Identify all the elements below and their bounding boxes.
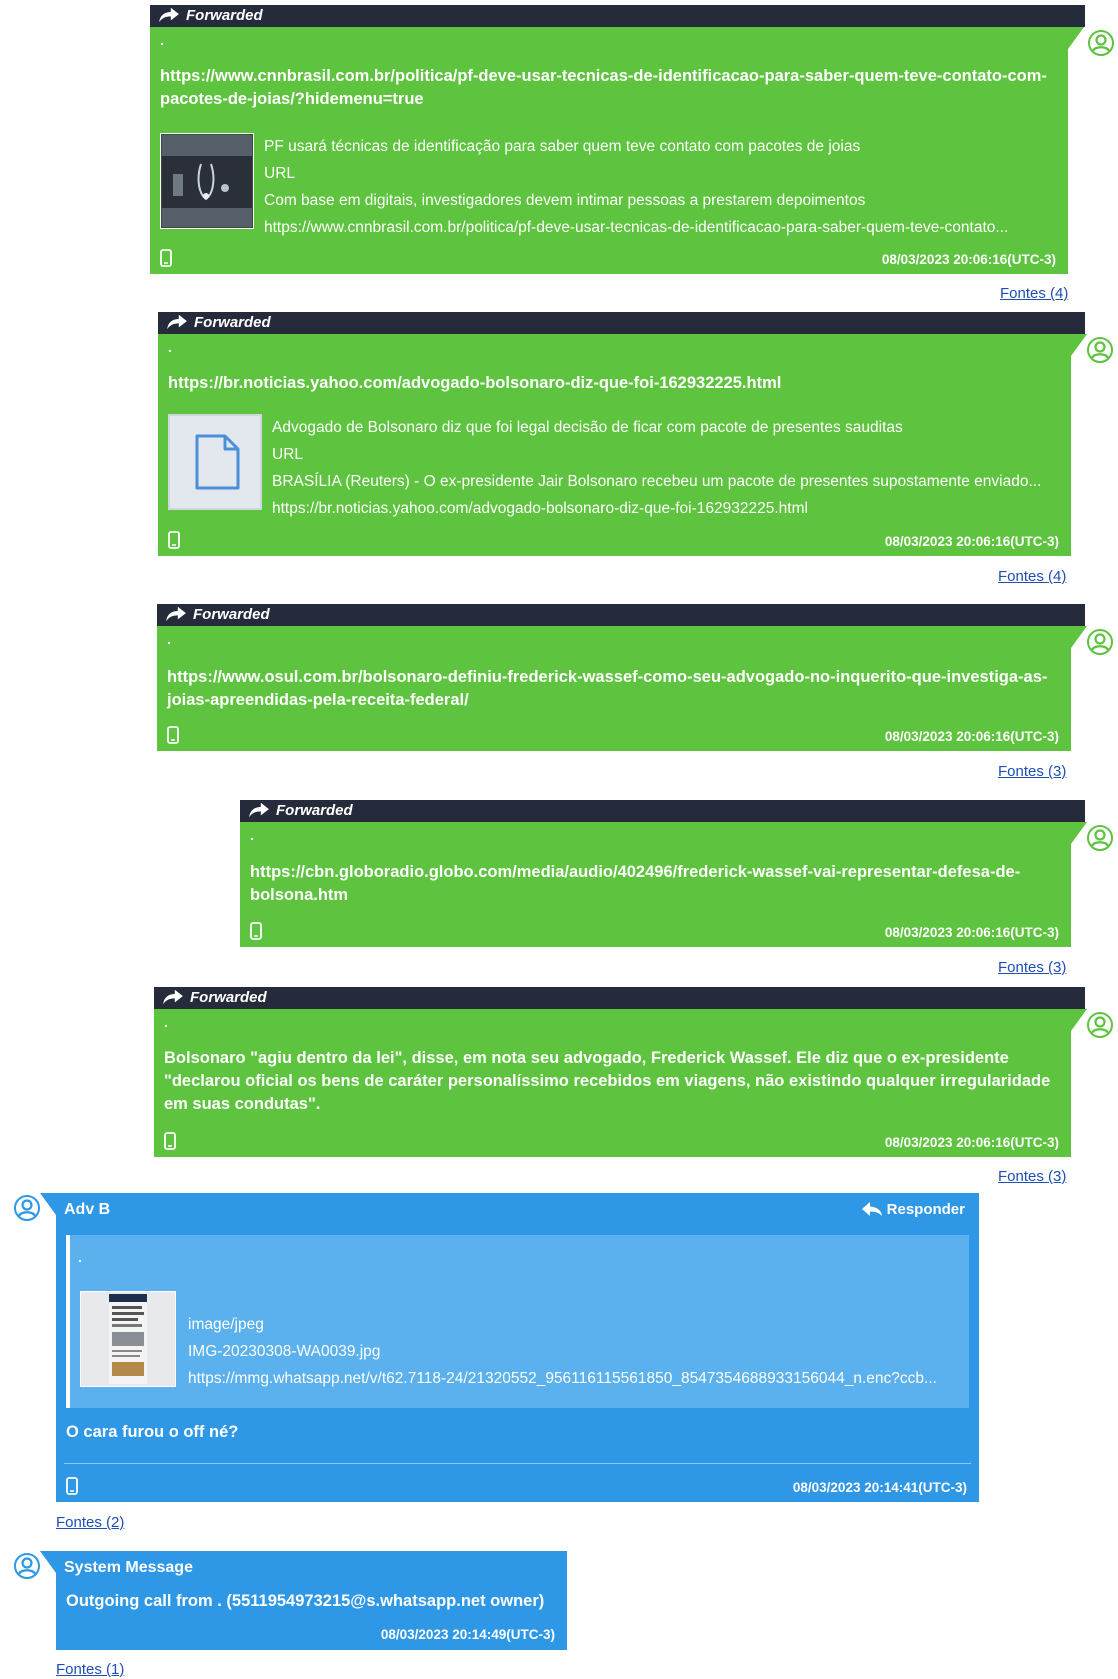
link-title: Advogado de Bolsonaro diz que foi legal …	[272, 419, 903, 436]
sources-link[interactable]: Fontes (3)	[998, 763, 1066, 780]
dot-text: .	[160, 32, 164, 48]
timestamp: 08/03/2023 20:06:16(UTC-3)	[884, 534, 1059, 549]
forward-arrow-icon	[166, 313, 188, 331]
sources-link[interactable]: Fontes (4)	[1000, 285, 1068, 302]
system-avatar-icon	[14, 1553, 40, 1579]
link-description: BRASÍLIA (Reuters) - O ex-presidente Jai…	[272, 473, 1042, 490]
sources-link[interactable]: Fontes (3)	[998, 1168, 1066, 1185]
dot-text: .	[167, 631, 171, 647]
reply-button[interactable]: Responder	[861, 1193, 965, 1227]
phone-icon	[250, 922, 262, 940]
forwarded-header: Forwarded	[154, 987, 1085, 1009]
forwarded-label: Forwarded	[194, 314, 271, 331]
quoted-message[interactable]: . image/jpeg IMG-20230308-WA0039.jpg htt…	[66, 1235, 969, 1408]
link-preview-text: PF usará técnicas de identificação para …	[264, 133, 1056, 241]
timestamp: 08/03/2023 20:14:41(UTC-3)	[792, 1480, 967, 1495]
outgoing-bubble: . Bolsonaro "agiu dentro da lei", disse,…	[154, 1009, 1087, 1157]
user-avatar-icon	[1087, 1012, 1113, 1038]
outgoing-bubble: . https://www.cnnbrasil.com.br/politica/…	[150, 27, 1084, 274]
forward-arrow-icon	[248, 801, 270, 819]
forward-arrow-icon	[165, 605, 187, 623]
phone-icon	[167, 726, 179, 744]
attachment-filename: IMG-20230308-WA0039.jpg	[188, 1343, 381, 1360]
outgoing-bubble: . https://cbn.globoradio.globo.com/media…	[240, 822, 1087, 947]
forwarded-label: Forwarded	[276, 802, 353, 819]
screenshot-image-icon	[109, 1294, 147, 1384]
quoted-dot: .	[78, 1249, 82, 1265]
attachment-mime: image/jpeg	[188, 1316, 264, 1333]
system-body: Outgoing call from . (5511954973215@s.wh…	[56, 1585, 567, 1650]
attachment-info: image/jpeg IMG-20230308-WA0039.jpg https…	[188, 1311, 961, 1392]
sources-link[interactable]: Fontes (4)	[998, 568, 1066, 585]
link-preview-text: Advogado de Bolsonaro diz que foi legal …	[272, 414, 1059, 522]
message-url[interactable]: https://cbn.globoradio.globo.com/media/a…	[250, 861, 1057, 907]
link-thumbnail	[168, 414, 262, 510]
system-title: System Message	[64, 1559, 193, 1576]
message-url[interactable]: https://www.osul.com.br/bolsonaro-defini…	[167, 666, 1057, 712]
link-preview[interactable]: Advogado de Bolsonaro diz que foi legal …	[168, 414, 1059, 517]
sources-link[interactable]: Fontes (3)	[998, 959, 1066, 976]
link-url[interactable]: https://br.noticias.yahoo.com/advogado-b…	[272, 495, 1059, 522]
link-type: URL	[272, 446, 304, 463]
divider	[64, 1463, 971, 1464]
user-avatar-icon	[1087, 337, 1113, 363]
system-header: System Message	[56, 1551, 567, 1585]
link-description: Com base em digitais, investigadores dev…	[264, 192, 866, 209]
forward-arrow-icon	[158, 6, 180, 24]
message-text: Bolsonaro "agiu dentro da lei", disse, e…	[164, 1049, 1051, 1113]
user-avatar-icon	[1087, 825, 1113, 851]
phone-icon	[66, 1477, 78, 1495]
timestamp: 08/03/2023 20:06:16(UTC-3)	[884, 925, 1059, 940]
forwarded-label: Forwarded	[190, 989, 267, 1006]
image-thumbnail[interactable]	[80, 1291, 176, 1387]
forwarded-label: Forwarded	[186, 7, 263, 24]
dot-text: .	[164, 1014, 168, 1030]
jewelry-image-icon	[162, 135, 252, 227]
phone-icon	[164, 1132, 176, 1150]
timestamp: 08/03/2023 20:06:16(UTC-3)	[884, 729, 1059, 744]
timestamp: 08/03/2023 20:14:49(UTC-3)	[380, 1627, 555, 1642]
dot-text: .	[168, 339, 172, 355]
user-avatar-icon	[1088, 30, 1114, 56]
timestamp: 08/03/2023 20:06:16(UTC-3)	[884, 1135, 1059, 1150]
link-thumbnail	[160, 133, 254, 229]
sender-name: Adv B	[64, 1201, 111, 1218]
reply-arrow-icon	[861, 1201, 882, 1216]
bubble-tail	[40, 1193, 56, 1215]
message-text: O cara furou o off né?	[66, 1423, 239, 1441]
link-type: URL	[264, 165, 296, 182]
message-body: . image/jpeg IMG-20230308-WA0039.jpg htt…	[56, 1227, 979, 1502]
dot-text: .	[250, 827, 254, 843]
link-preview[interactable]: PF usará técnicas de identificação para …	[160, 133, 1056, 236]
sources-link[interactable]: Fontes (1)	[56, 1661, 124, 1678]
attachment-url[interactable]: https://mmg.whatsapp.net/v/t62.7118-24/2…	[188, 1365, 961, 1392]
link-title: PF usará técnicas de identificação para …	[264, 138, 861, 155]
bubble-tail	[40, 1551, 56, 1573]
message-url[interactable]: https://www.cnnbrasil.com.br/politica/pf…	[160, 65, 1054, 111]
forward-arrow-icon	[162, 988, 184, 1006]
forwarded-header: Forwarded	[150, 5, 1085, 27]
forwarded-header: Forwarded	[240, 800, 1085, 822]
document-icon	[195, 434, 240, 490]
sources-link[interactable]: Fontes (2)	[56, 1514, 124, 1531]
phone-icon	[168, 531, 180, 549]
forwarded-label: Forwarded	[193, 606, 270, 623]
outgoing-bubble: . https://br.noticias.yahoo.com/advogado…	[158, 334, 1087, 556]
link-url[interactable]: https://www.cnnbrasil.com.br/politica/pf…	[264, 214, 1056, 241]
user-avatar-icon	[1087, 629, 1113, 655]
sender-avatar-icon	[14, 1195, 40, 1221]
timestamp: 08/03/2023 20:06:16(UTC-3)	[881, 252, 1056, 267]
system-text: Outgoing call from . (5511954973215@s.wh…	[66, 1592, 545, 1610]
outgoing-bubble: . https://www.osul.com.br/bolsonaro-defi…	[157, 626, 1087, 751]
forwarded-header: Forwarded	[158, 312, 1085, 334]
message-url[interactable]: https://br.noticias.yahoo.com/advogado-b…	[168, 372, 1057, 395]
message-header: Adv B Responder	[56, 1193, 979, 1227]
phone-icon	[160, 249, 172, 267]
reply-label: Responder	[886, 1201, 965, 1218]
forwarded-header: Forwarded	[157, 604, 1085, 626]
